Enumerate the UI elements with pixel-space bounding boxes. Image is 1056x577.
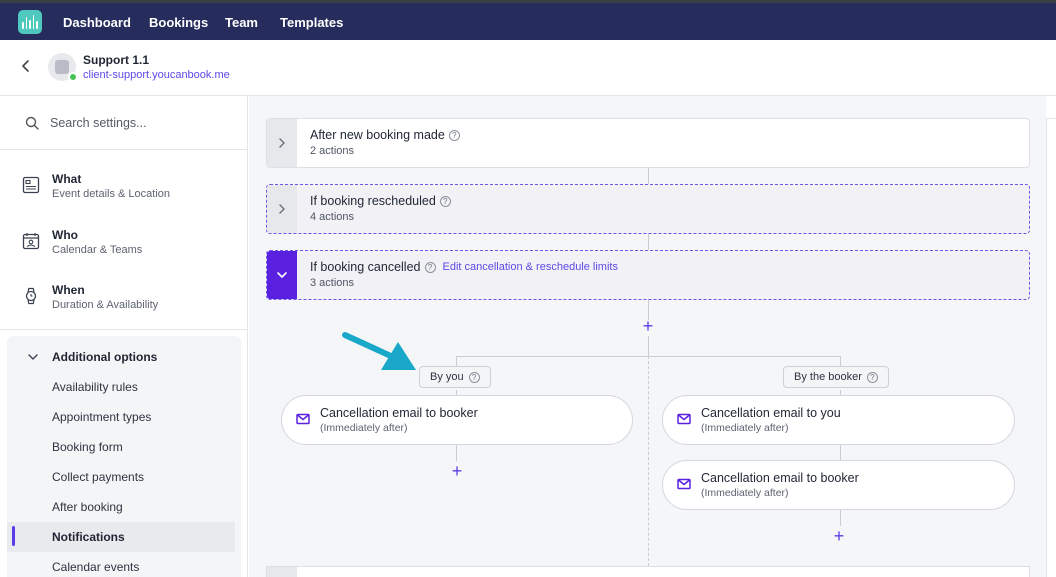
chevron-right-icon (279, 138, 285, 148)
action-title: Cancellation email to you (701, 406, 841, 420)
help-icon[interactable]: ? (468, 371, 480, 383)
expand-toggle[interactable] (267, 185, 297, 233)
branch-label-by-booker: By the booker? (783, 366, 889, 388)
online-status-dot (68, 72, 78, 82)
expand-toggle[interactable] (267, 119, 297, 167)
additional-options-header[interactable]: Additional options (52, 350, 157, 364)
section-subtitle: Duration & Availability (52, 299, 159, 311)
connector-line (456, 445, 457, 461)
search-settings-input[interactable] (50, 112, 230, 134)
connector-line (840, 510, 841, 526)
section-subtitle: Calendar & Teams (52, 244, 143, 256)
branch-divider (648, 356, 649, 566)
top-navigation-bar: Dashboard Bookings Team Templates (0, 0, 1056, 40)
action-timing: (Immediately after) (701, 422, 789, 434)
section-subtitle: Event details & Location (52, 188, 171, 200)
chevron-down-icon (277, 272, 287, 278)
trigger-action-count: 4 actions (310, 211, 355, 223)
sidebar-item-collect-payments[interactable]: Collect payments (52, 470, 144, 484)
settings-search (0, 96, 247, 150)
page-title: Support 1.1 (83, 53, 150, 67)
trigger-action-count: 3 actions (310, 277, 355, 289)
action-title: Cancellation email to booker (701, 471, 859, 485)
action-timing: (Immediately after) (701, 487, 789, 499)
branch-label-by-you: By you? (419, 366, 491, 388)
trigger-title: After new booking made (310, 128, 445, 142)
sidebar-section-when[interactable]: When Duration & Availability (0, 275, 247, 325)
sidebar-item-after-booking[interactable]: After booking (52, 500, 123, 514)
expand-toggle[interactable] (267, 567, 297, 577)
trigger-next-partial[interactable] (266, 566, 1030, 577)
back-arrow-icon[interactable] (18, 58, 34, 74)
workflow-canvas: After new booking made? 2 actions If boo… (249, 96, 1046, 577)
nav-dashboard[interactable]: Dashboard (63, 15, 131, 30)
sidebar-item-availability-rules[interactable]: Availability rules (52, 380, 138, 394)
section-title: Who (52, 228, 78, 242)
active-item-indicator (12, 526, 15, 546)
connector-line (648, 336, 649, 356)
edit-cancellation-limits-link[interactable]: Edit cancellation & reschedule limits (443, 261, 618, 273)
chevron-down-icon[interactable] (27, 351, 39, 363)
help-icon[interactable]: ? (866, 371, 878, 383)
action-timing: (Immediately after) (320, 422, 408, 434)
trigger-new-booking[interactable]: After new booking made? 2 actions (266, 118, 1030, 168)
action-cancellation-email-to-you[interactable]: Cancellation email to you (Immediately a… (662, 395, 1015, 445)
sidebar-item-appointment-types[interactable]: Appointment types (52, 410, 151, 424)
sidebar-section-who[interactable]: Who Calendar & Teams (0, 220, 247, 270)
connector-line (648, 234, 649, 250)
right-panel-edge (1046, 118, 1056, 577)
page-avatar (48, 53, 78, 82)
help-icon[interactable]: ? (448, 129, 460, 141)
chevron-right-icon (279, 204, 285, 214)
sidebar-item-notifications[interactable]: Notifications (52, 530, 125, 544)
help-icon[interactable]: ? (424, 261, 436, 273)
nav-bookings[interactable]: Bookings (149, 15, 208, 30)
action-title: Cancellation email to booker (320, 406, 478, 420)
search-icon (25, 116, 39, 130)
sidebar-section-what[interactable]: What Event details & Location (0, 164, 247, 214)
booking-page-header: Support 1.1 client-support.youcanbook.me (0, 40, 1056, 96)
nav-team[interactable]: Team (225, 15, 258, 30)
connector-line (840, 445, 841, 461)
add-action-plus-icon[interactable]: + (450, 462, 464, 480)
mail-icon (677, 413, 691, 425)
collapse-toggle[interactable] (267, 251, 297, 299)
action-cancellation-email-to-booker[interactable]: Cancellation email to booker (Immediatel… (281, 395, 633, 445)
mail-icon (677, 478, 691, 490)
section-title: What (52, 172, 82, 186)
trigger-action-count: 2 actions (310, 145, 355, 157)
trigger-title: If booking rescheduled (310, 194, 436, 208)
trigger-booking-cancelled[interactable]: If booking cancelled? Edit cancellation &… (266, 250, 1030, 300)
document-icon (22, 176, 40, 194)
sidebar-item-calendar-events[interactable]: Calendar events (52, 560, 139, 574)
trigger-booking-rescheduled[interactable]: If booking rescheduled? 4 actions (266, 184, 1030, 234)
help-icon[interactable]: ? (439, 195, 451, 207)
sidebar-divider (0, 329, 247, 330)
action-cancellation-email-to-booker[interactable]: Cancellation email to booker (Immediatel… (662, 460, 1015, 510)
trigger-title: If booking cancelled (310, 260, 421, 274)
watch-icon (25, 287, 37, 305)
sidebar-item-booking-form[interactable]: Booking form (52, 440, 123, 454)
nav-templates[interactable]: Templates (280, 15, 343, 30)
mail-icon (296, 413, 310, 425)
calendar-person-icon (22, 233, 40, 250)
add-action-plus-icon[interactable]: + (832, 527, 846, 545)
page-url-link[interactable]: client-support.youcanbook.me (83, 69, 230, 81)
youcanbook-logo-icon[interactable] (18, 10, 42, 34)
connector-line (648, 168, 649, 184)
page-logo-icon (55, 60, 69, 74)
add-step-plus-icon[interactable]: + (641, 317, 655, 335)
section-title: When (52, 283, 85, 297)
annotation-arrow-icon (342, 332, 416, 370)
settings-sidebar: What Event details & Location Who Calend… (0, 96, 248, 577)
